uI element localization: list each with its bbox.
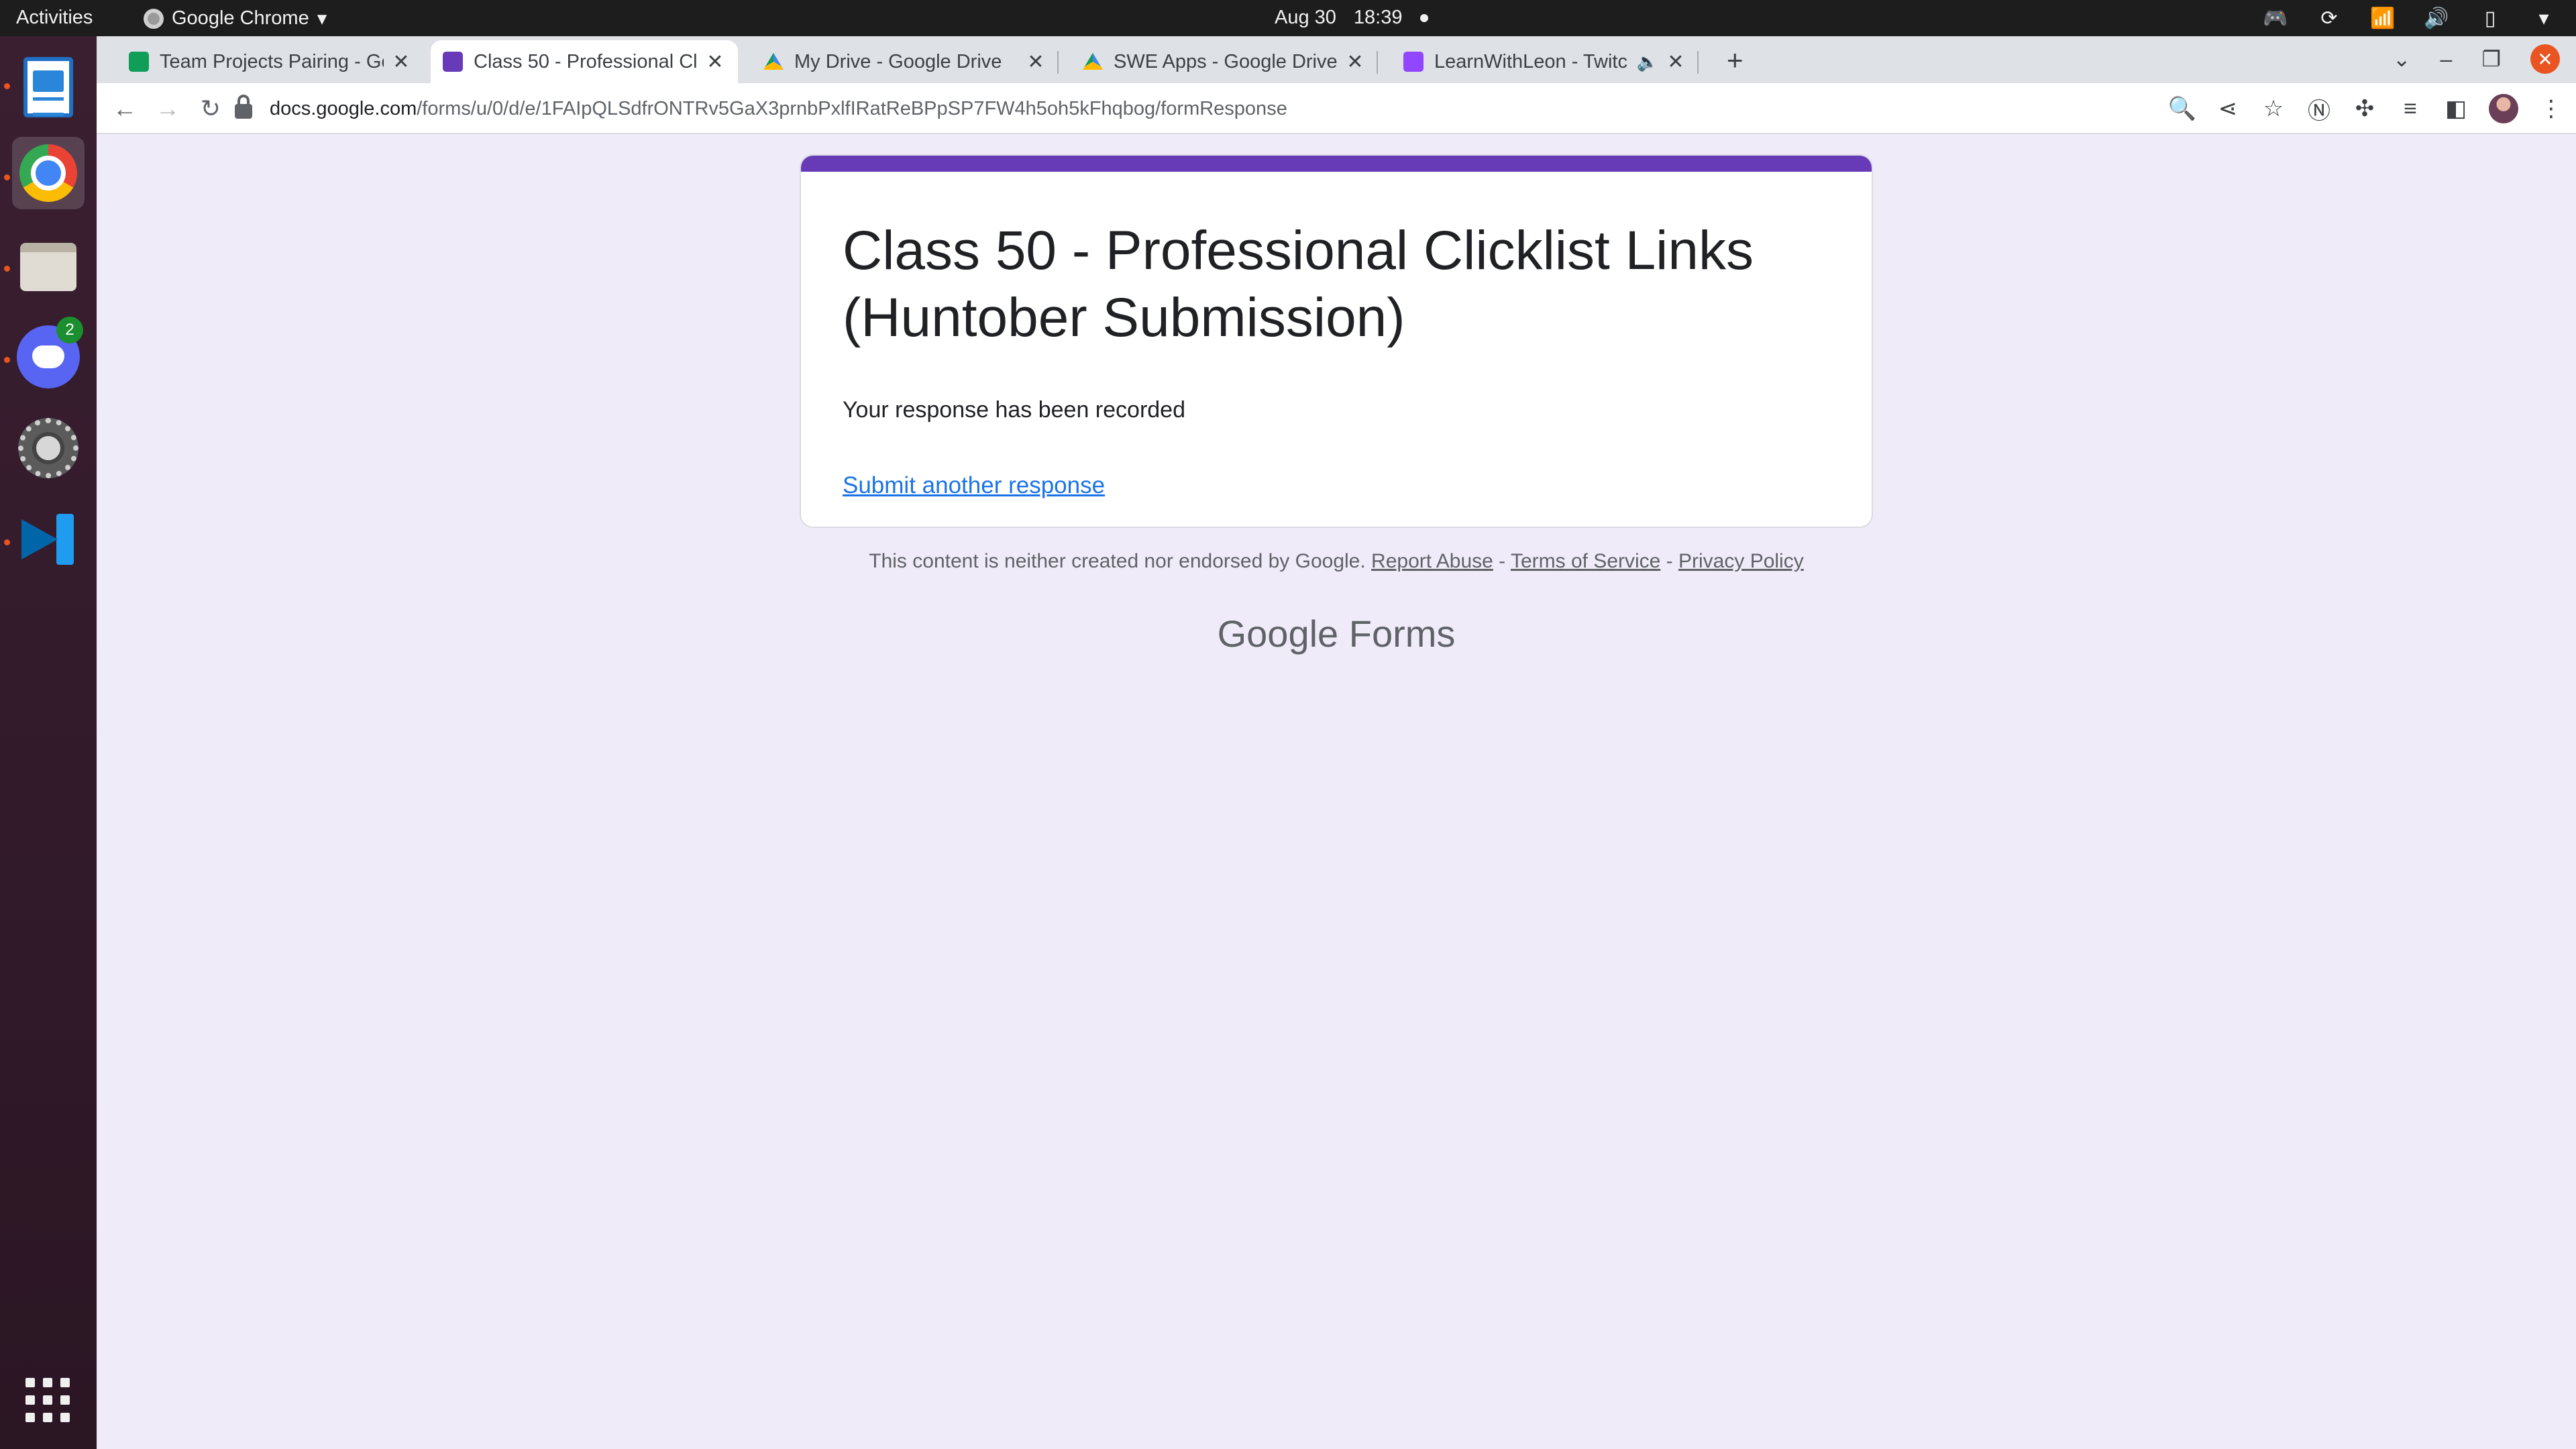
close-tab-icon[interactable]: ✕ — [390, 50, 412, 74]
media-controls-icon[interactable]: ≡ — [2398, 93, 2423, 125]
running-indicator — [4, 83, 10, 89]
privacy-link[interactable]: Privacy Policy — [1678, 550, 1804, 572]
battery-icon[interactable]: ▯ — [2477, 5, 2504, 31]
vscode-icon — [20, 511, 76, 568]
settings-icon — [18, 418, 78, 478]
tab-title: My Drive - Google Drive — [794, 50, 1002, 72]
form-response-card: Class 50 - Professional Clicklist Links … — [800, 154, 1873, 528]
share-icon[interactable]: ⋖ — [2215, 93, 2241, 125]
sync-tray-icon[interactable]: ⟳ — [2316, 5, 2343, 31]
files-icon — [20, 243, 76, 291]
notification-dot-icon — [1419, 13, 1428, 22]
terms-link[interactable]: Terms of Service — [1511, 550, 1660, 572]
tab-title: SWE Apps - Google Drive — [1114, 50, 1338, 72]
window-controls: ⌄ – ❐ ✕ — [2393, 44, 2560, 74]
extensions-puzzle-icon[interactable]: ✣ — [2352, 93, 2377, 125]
chrome-menu-icon[interactable]: ⋮ — [2538, 93, 2564, 125]
drive-icon — [763, 52, 784, 70]
disclaimer-text: This content is neither created nor endo… — [869, 550, 1366, 572]
volume-icon[interactable]: 🔊 — [2423, 5, 2450, 31]
discord-badge: 2 — [56, 317, 83, 343]
tab-my-drive[interactable]: My Drive - Google Drive ✕ — [751, 40, 1059, 83]
dock-app-chrome[interactable] — [12, 137, 85, 209]
tab-class-50[interactable]: Class 50 - Professional Cli ✕ — [431, 40, 738, 83]
wifi-icon[interactable]: 📶 — [2369, 5, 2396, 31]
page-content: Class 50 - Professional Clicklist Links … — [97, 134, 2576, 1449]
toolbar-actions: 🔍 ⋖ ☆ Ⓝ ✣ ≡ ◧ ⋮ — [2168, 93, 2564, 125]
form-title: Class 50 - Professional Clicklist Links … — [843, 220, 1754, 348]
dock-app-vscode[interactable] — [12, 503, 85, 576]
system-top-bar: Activities Google Chrome ▾ Aug 30 18:39 … — [0, 0, 2576, 36]
twitch-icon — [1403, 52, 1424, 72]
system-tray[interactable]: 🎮 ⟳ 📶 🔊 ▯ ▾ — [2262, 5, 2557, 31]
report-abuse-link[interactable]: Report Abuse — [1371, 550, 1493, 572]
audio-playing-icon[interactable]: 🔈 — [1637, 52, 1658, 72]
running-indicator — [4, 174, 10, 180]
tab-title: Class 50 - Professional Cli — [474, 50, 698, 72]
system-menu-caret-icon[interactable]: ▾ — [2530, 5, 2557, 31]
dock: 2 — [0, 36, 97, 1449]
google-forms-logo[interactable]: Google Forms — [800, 612, 1873, 655]
chrome-icon — [19, 144, 77, 202]
new-tab-button[interactable]: + — [1727, 46, 1743, 74]
profile-avatar[interactable] — [2489, 94, 2518, 123]
url-host: docs.google.com — [270, 97, 417, 119]
tab-swe-apps[interactable]: SWE Apps - Google Drive ✕ — [1071, 40, 1378, 83]
logo-google-text: Google — [1217, 612, 1339, 655]
drive-icon — [1083, 52, 1103, 70]
address-bar[interactable]: docs.google.com/forms/u/0/d/e/1FAIpQLSdf… — [235, 89, 2355, 129]
dock-app-discord[interactable]: 2 — [12, 317, 85, 393]
running-indicator — [4, 357, 10, 363]
tab-title: Team Projects Pairing - Go — [160, 50, 384, 72]
discord-tray-icon[interactable]: 🎮 — [2262, 5, 2289, 31]
tab-title: LearnWithLeon - Twitc — [1434, 50, 1627, 72]
caret-down-icon: ▾ — [317, 8, 327, 30]
form-footer: This content is neither created nor endo… — [869, 550, 1804, 572]
tab-team-projects[interactable]: Team Projects Pairing - Go ✕ — [117, 40, 424, 83]
clock[interactable]: Aug 30 18:39 — [1275, 7, 1428, 29]
confirmation-message: Your response has been recorded — [843, 397, 1185, 423]
lock-icon[interactable] — [235, 95, 252, 119]
browser-toolbar: ← → ↻ docs.google.com/forms/u/0/d/e/1FAI… — [97, 83, 2576, 134]
chrome-mini-icon — [144, 8, 164, 29]
back-button[interactable]: ← — [109, 93, 141, 125]
tab-strip: Team Projects Pairing - Go ✕ Class 50 - … — [97, 36, 2576, 83]
submit-another-link[interactable]: Submit another response — [843, 472, 1105, 499]
restore-icon[interactable]: ❐ — [2481, 46, 2501, 72]
dock-app-files[interactable] — [12, 231, 85, 303]
date-label: Aug 30 — [1275, 7, 1336, 28]
bookmark-star-icon[interactable]: ☆ — [2261, 93, 2286, 125]
zoom-icon[interactable]: 🔍 — [2168, 93, 2196, 125]
logo-forms-text: Forms — [1348, 612, 1456, 655]
sheets-icon — [129, 52, 149, 72]
forms-icon — [443, 52, 463, 72]
close-tab-icon[interactable]: ✕ — [1344, 50, 1366, 74]
running-indicator — [4, 266, 10, 272]
running-indicator — [4, 539, 10, 545]
show-applications-icon[interactable] — [25, 1378, 71, 1424]
close-tab-icon[interactable]: ✕ — [1665, 50, 1686, 74]
forward-button[interactable]: → — [152, 93, 184, 125]
dock-app-writer[interactable] — [12, 51, 85, 123]
activities-button[interactable]: Activities — [16, 7, 93, 29]
side-panel-icon[interactable]: ◧ — [2443, 93, 2469, 125]
close-tab-icon[interactable]: ✕ — [1025, 50, 1046, 74]
url-path: /forms/u/0/d/e/1FAIpQLSdfrONTRv5GaX3prnb… — [417, 97, 1287, 119]
app-menu[interactable]: Google Chrome ▾ — [144, 7, 327, 30]
form-accent-bar — [801, 156, 1872, 172]
dock-app-settings[interactable] — [12, 412, 85, 484]
reload-button[interactable]: ↻ — [195, 93, 227, 125]
writer-icon — [23, 57, 73, 117]
time-label: 18:39 — [1353, 7, 1403, 28]
minimize-icon[interactable]: – — [2440, 47, 2453, 72]
tab-search-icon[interactable]: ⌄ — [2393, 46, 2411, 72]
close-window-icon[interactable]: ✕ — [2530, 44, 2560, 74]
notion-extension-icon[interactable]: Ⓝ — [2306, 93, 2332, 125]
tab-learnwithleon[interactable]: LearnWithLeon - Twitc 🔈 ✕ — [1391, 40, 1699, 83]
app-menu-label: Google Chrome — [172, 7, 309, 29]
close-tab-icon[interactable]: ✕ — [704, 50, 726, 74]
